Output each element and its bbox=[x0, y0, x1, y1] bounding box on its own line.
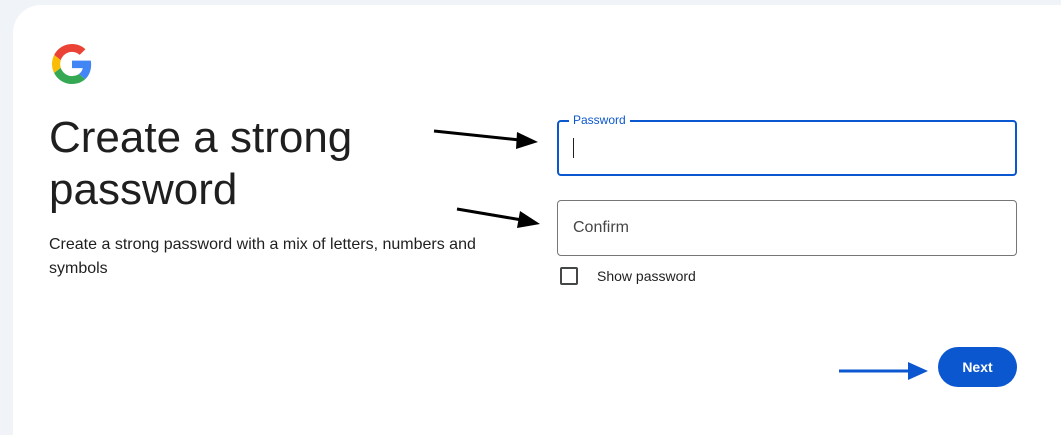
confirm-input[interactable] bbox=[558, 201, 1016, 255]
google-logo-icon bbox=[52, 44, 92, 84]
password-field[interactable]: Password bbox=[557, 112, 1017, 176]
page-title: Create a strong password bbox=[49, 113, 353, 214]
show-password-label[interactable]: Show password bbox=[597, 268, 696, 284]
text-caret bbox=[573, 138, 574, 158]
password-input[interactable] bbox=[559, 122, 1015, 174]
confirm-field[interactable] bbox=[557, 200, 1017, 256]
show-password-toggle[interactable]: Show password bbox=[560, 266, 696, 286]
show-password-checkbox[interactable] bbox=[560, 267, 578, 285]
page-subtitle: Create a strong password with a mix of l… bbox=[49, 236, 476, 277]
next-button[interactable]: Next bbox=[938, 347, 1017, 387]
